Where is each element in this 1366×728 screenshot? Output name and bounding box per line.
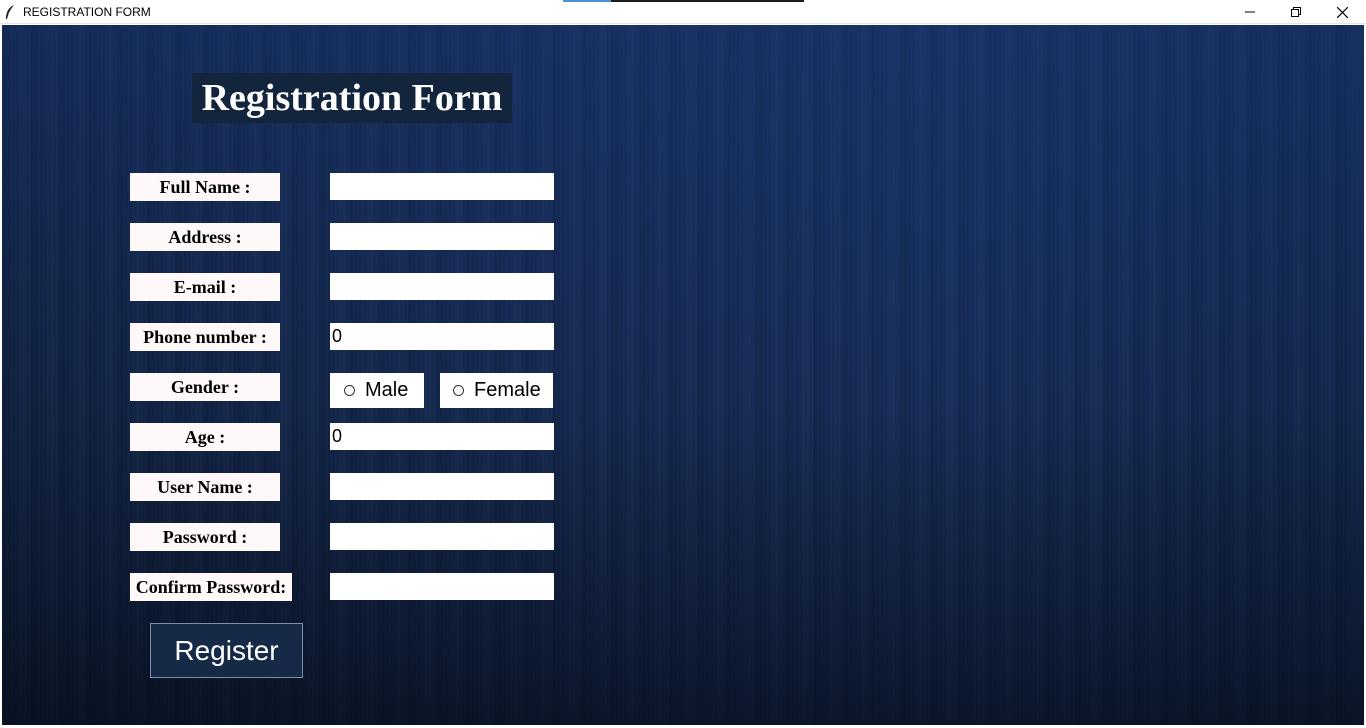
form-window-body: Registration Form Full Name : Address : … <box>2 25 1364 725</box>
email-input[interactable] <box>330 273 554 300</box>
age-label: Age : <box>130 423 280 451</box>
gender-option-male: Male <box>365 379 409 401</box>
password-input[interactable] <box>330 523 554 550</box>
confirm-password-label: Confirm Password: <box>130 573 292 601</box>
window-titlebar: REGISTRATION FORM <box>0 0 1366 24</box>
radio-circle-icon[interactable] <box>344 385 355 396</box>
taskbar-active-indicator <box>563 0 611 2</box>
address-label: Address : <box>130 223 280 251</box>
age-input[interactable] <box>330 423 554 450</box>
minimize-icon <box>1245 11 1255 13</box>
gender-radio-female[interactable]: Female <box>440 373 553 408</box>
taskbar-strip <box>563 0 804 2</box>
feather-icon <box>4 4 16 20</box>
full-name-label: Full Name : <box>130 173 280 201</box>
confirm-password-input[interactable] <box>330 573 554 600</box>
close-icon <box>1336 6 1348 18</box>
username-input[interactable] <box>330 473 554 500</box>
restore-button[interactable] <box>1273 0 1319 24</box>
email-label: E-mail : <box>130 273 280 301</box>
phone-label: Phone number : <box>130 323 280 351</box>
minimize-button[interactable] <box>1227 0 1273 24</box>
gender-label: Gender : <box>130 373 280 401</box>
form-title: Registration Form <box>192 73 512 123</box>
address-input[interactable] <box>330 223 554 250</box>
phone-input[interactable] <box>330 323 554 350</box>
password-label: Password : <box>130 523 280 551</box>
gender-option-female: Female <box>474 379 541 401</box>
window-title: REGISTRATION FORM <box>23 5 151 19</box>
username-label: User Name : <box>130 473 280 501</box>
close-button[interactable] <box>1319 0 1365 24</box>
full-name-input[interactable] <box>330 173 554 200</box>
restore-icon <box>1291 7 1301 17</box>
gender-radio-male[interactable]: Male <box>330 373 424 408</box>
radio-circle-icon[interactable] <box>453 385 464 396</box>
register-button[interactable]: Register <box>150 623 303 678</box>
